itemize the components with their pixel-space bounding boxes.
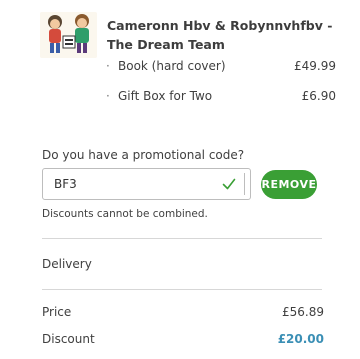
promo-code-label: Do you have a promotional code? [42,148,245,162]
bullet: · [106,89,110,103]
cart-item: Cameronn Hbv & Robynnvhfbv - The Dream T… [40,12,340,112]
line-item-name: Gift Box for Two [118,89,213,103]
promo-code-input[interactable] [43,169,224,199]
discount-note: Discounts cannot be combined. [42,208,208,220]
checkmark-icon [222,178,236,190]
discount-row: Discount £20.00 [42,332,324,348]
delivery-label: Delivery [42,257,92,271]
discount-label: Discount [42,332,95,346]
line-item-name: Book (hard cover) [118,59,226,73]
line-item: · Book (hard cover) £49.99 [106,59,336,75]
divider [42,289,322,290]
line-item-price: £6.90 [301,89,336,103]
price-row: Price £56.89 [42,305,324,321]
discount-value: £20.00 [277,332,324,346]
book-cover-thumbnail[interactable] [40,12,97,58]
input-divider [244,173,245,195]
price-value: £56.89 [282,305,324,319]
price-label: Price [42,305,72,319]
promo-code-field[interactable] [42,168,251,200]
divider [42,238,322,239]
product-title[interactable]: Cameronn Hbv & Robynnvhfbv - The Dream T… [107,16,347,54]
remove-promo-button[interactable]: REMOVE [261,170,317,199]
line-item: · Gift Box for Two £6.90 [106,89,336,105]
bullet: · [106,59,110,73]
line-item-price: £49.99 [294,59,336,73]
